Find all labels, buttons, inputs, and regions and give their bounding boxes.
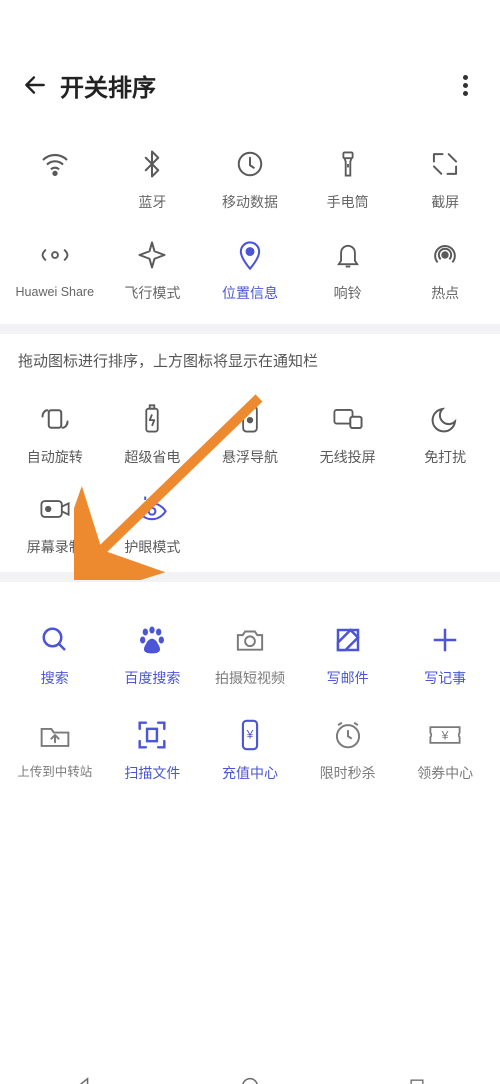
tile-label: 飞行模式 [124,285,180,302]
camera-icon [230,620,270,660]
mobile-data-icon [230,144,270,184]
battery-save-icon [132,399,172,439]
header: 开关排序 [0,40,500,120]
nav-home-button[interactable] [235,1071,265,1084]
tile-label: 限时秒杀 [320,765,376,782]
tile-label: 响铃 [334,285,362,302]
tile-label: 截屏 [431,194,459,211]
tile-eye-comfort[interactable]: 护眼模式 [104,475,202,566]
moon-icon [425,399,465,439]
tile-label: Huawei Share [16,285,95,300]
tile-power-save[interactable]: 超级省电 [104,385,202,476]
tile-label: 蓝牙 [138,194,166,211]
tile-write-note[interactable]: 写记事 [396,602,494,697]
tile-label: 充值中心 [222,765,278,782]
auto-rotate-icon [35,399,75,439]
float-nav-icon [230,399,270,439]
hotspot-icon [425,235,465,275]
more-button[interactable] [448,68,482,102]
tile-label: 移动数据 [222,194,278,211]
shortcuts-section: 搜索 百度搜索 拍摄短视频 写邮件 写记事 [0,582,500,792]
tile-label: 写记事 [424,670,466,687]
tile-label: 热点 [431,285,459,302]
back-button[interactable] [18,68,52,102]
tile-label: 超级省电 [124,449,180,466]
tile-scan-doc[interactable]: 扫描文件 [104,697,202,792]
toggles-grid-bottom: 自动旋转 超级省电 悬浮导航 无线投屏 免打扰 屏幕录制 护眼模式 [0,375,500,567]
tile-label: 无线投屏 [320,449,376,466]
tile-coupon[interactable]: ¥ 领券中心 [396,697,494,792]
huawei-share-icon [35,235,75,275]
tile-screenshot[interactable]: 截屏 [396,130,494,221]
flashlight-icon [328,144,368,184]
tile-float-nav[interactable]: 悬浮导航 [201,385,299,476]
divider [0,572,500,582]
clock-icon [328,715,368,755]
search-icon [35,620,75,660]
sort-hint: 拖动图标进行排序，上方图标将显示在通知栏 [0,334,500,375]
tile-shoot-video[interactable]: 拍摄短视频 [201,602,299,697]
tile-upload-relay[interactable]: 上传到中转站 [6,697,104,792]
tile-label: 拍摄短视频 [215,670,285,687]
tile-wifi[interactable] [6,130,104,221]
tile-search[interactable]: 搜索 [6,602,104,697]
tile-recharge[interactable]: ¥ 充值中心 [201,697,299,792]
coupon-icon: ¥ [425,715,465,755]
nav-recent-button[interactable] [402,1071,432,1084]
tile-label: 写邮件 [327,670,369,687]
page-title: 开关排序 [60,68,156,103]
svg-text:¥: ¥ [441,728,449,742]
tile-do-not-disturb[interactable]: 免打扰 [396,385,494,476]
system-nav-bar [0,1048,500,1084]
tile-hotspot[interactable]: 热点 [396,221,494,312]
tile-auto-rotate[interactable]: 自动旋转 [6,385,104,476]
screen-record-icon [35,489,75,529]
tile-label: 护眼模式 [124,539,180,556]
tile-label: 免打扰 [424,449,466,466]
tile-label: 搜索 [41,670,69,687]
plus-icon [425,620,465,660]
tile-huawei-share[interactable]: Huawei Share [6,221,104,312]
scan-icon [132,715,172,755]
tile-label: 位置信息 [222,285,278,302]
tile-label: 手电筒 [327,194,369,211]
compose-icon [328,620,368,660]
bell-icon [328,235,368,275]
tile-flashlight[interactable]: 手电筒 [299,130,397,221]
toggles-grid-top: 蓝牙 移动数据 手电筒 截屏 Huawei Share 飞行模式 [0,120,500,312]
eye-icon [132,489,172,529]
tile-wireless-projection[interactable]: 无线投屏 [299,385,397,476]
tile-airplane[interactable]: 飞行模式 [104,221,202,312]
tile-label: 百度搜索 [124,670,180,687]
tile-label: 领券中心 [417,765,473,782]
svg-text:¥: ¥ [246,728,254,742]
tile-flash-sale[interactable]: 限时秒杀 [299,697,397,792]
wifi-icon [35,144,75,184]
tile-label: 悬浮导航 [222,449,278,466]
tile-ring[interactable]: 响铃 [299,221,397,312]
wireless-projection-icon [328,399,368,439]
tile-location[interactable]: 位置信息 [201,221,299,312]
divider [0,324,500,334]
tile-label: 扫描文件 [124,765,180,782]
screenshot-icon [425,144,465,184]
baidu-icon [132,620,172,660]
tile-label: 上传到中转站 [17,765,92,780]
tile-label: 屏幕录制 [27,539,83,556]
tile-compose-mail[interactable]: 写邮件 [299,602,397,697]
location-icon [230,235,270,275]
nav-back-button[interactable] [68,1071,98,1084]
airplane-icon [132,235,172,275]
arrow-left-icon [22,72,48,98]
upload-folder-icon [35,715,75,755]
phone-money-icon: ¥ [230,715,270,755]
tile-baidu[interactable]: 百度搜索 [104,602,202,697]
tile-mobile-data[interactable]: 移动数据 [201,130,299,221]
tile-label: 自动旋转 [27,449,83,466]
tile-bluetooth[interactable]: 蓝牙 [104,130,202,221]
bluetooth-icon [132,144,172,184]
tile-screen-record[interactable]: 屏幕录制 [6,475,104,566]
